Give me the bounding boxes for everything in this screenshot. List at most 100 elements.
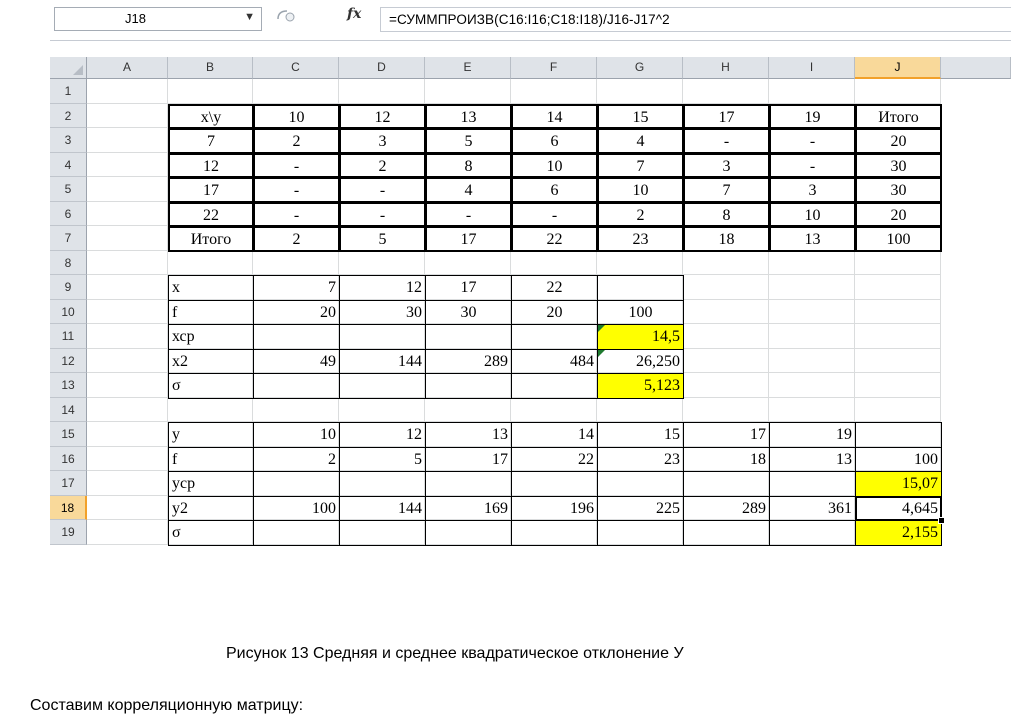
y-table-cell[interactable]: [855, 422, 942, 448]
cell[interactable]: [87, 226, 168, 251]
corr-table-cell[interactable]: 30: [855, 152, 942, 178]
cell[interactable]: [339, 79, 425, 104]
cell[interactable]: [769, 348, 855, 373]
corr-table-cell[interactable]: 12: [339, 103, 426, 129]
corr-table-cell[interactable]: 12: [168, 152, 254, 178]
cell[interactable]: [253, 79, 339, 104]
column-header-a[interactable]: A: [87, 57, 168, 79]
cell[interactable]: [87, 348, 168, 373]
corr-table-cell[interactable]: -: [339, 177, 426, 203]
cell[interactable]: [425, 250, 511, 275]
y-table-cell[interactable]: 10: [253, 422, 340, 448]
cell[interactable]: [597, 79, 683, 104]
row-header-19[interactable]: 19: [50, 520, 87, 545]
cell[interactable]: [769, 373, 855, 398]
x-table-cell[interactable]: [597, 275, 684, 301]
cell[interactable]: [87, 103, 168, 128]
y-table-cell[interactable]: [339, 520, 426, 546]
corr-table-cell[interactable]: 2: [597, 201, 684, 227]
name-box[interactable]: J18 ▼: [54, 7, 262, 31]
x-table-cell[interactable]: f: [168, 299, 254, 325]
column-header-b[interactable]: B: [168, 57, 253, 79]
y-table-cell[interactable]: 23: [597, 446, 684, 472]
formula-bar-expander[interactable]: [275, 8, 301, 30]
cell[interactable]: [855, 324, 941, 349]
column-header-e[interactable]: E: [425, 57, 511, 79]
y-table-cell[interactable]: 15,07: [855, 471, 942, 497]
cell[interactable]: [769, 397, 855, 422]
x-table-cell[interactable]: 5,123: [597, 373, 684, 399]
x-table-cell[interactable]: [511, 324, 598, 350]
corr-table-cell[interactable]: 10: [597, 177, 684, 203]
y-table-cell[interactable]: 14: [511, 422, 598, 448]
corr-table-cell[interactable]: -: [339, 201, 426, 227]
corr-table-cell[interactable]: 17: [683, 103, 770, 129]
y-table-cell[interactable]: 15: [597, 422, 684, 448]
cell[interactable]: [683, 275, 769, 300]
cell[interactable]: [168, 397, 253, 422]
cell[interactable]: [855, 299, 941, 324]
corr-table-cell[interactable]: Итого: [168, 226, 254, 252]
corr-table-cell[interactable]: 20: [855, 128, 942, 154]
x-table-cell[interactable]: 20: [511, 299, 598, 325]
row-header-8[interactable]: 8: [50, 250, 87, 275]
corr-table-cell[interactable]: 22: [168, 201, 254, 227]
y-table-cell[interactable]: 5: [339, 446, 426, 472]
cell[interactable]: [683, 79, 769, 104]
corr-table-cell[interactable]: 8: [683, 201, 770, 227]
cell[interactable]: [855, 275, 941, 300]
cell[interactable]: [87, 275, 168, 300]
x-table-cell[interactable]: 100: [597, 299, 684, 325]
cell[interactable]: [511, 397, 597, 422]
row-header-15[interactable]: 15: [50, 422, 87, 447]
cell[interactable]: [87, 128, 168, 153]
x-table-cell[interactable]: 22: [511, 275, 598, 301]
x-table-cell[interactable]: 14,5: [597, 324, 684, 350]
fill-handle[interactable]: [938, 517, 945, 524]
cell[interactable]: [425, 397, 511, 422]
cell[interactable]: [855, 397, 941, 422]
row-header-9[interactable]: 9: [50, 275, 87, 300]
y-table-cell[interactable]: [425, 471, 512, 497]
row-header-3[interactable]: 3: [50, 128, 87, 153]
row-header-6[interactable]: 6: [50, 201, 87, 226]
corr-table-cell[interactable]: 4: [425, 177, 512, 203]
corr-table-cell[interactable]: 18: [683, 226, 770, 252]
y-table-cell[interactable]: 18: [683, 446, 770, 472]
corr-table-cell[interactable]: 19: [769, 103, 856, 129]
y-table-cell[interactable]: [769, 471, 856, 497]
cell[interactable]: [511, 250, 597, 275]
y-table-cell[interactable]: 100: [253, 495, 340, 521]
corr-table-cell[interactable]: 13: [425, 103, 512, 129]
cell[interactable]: [87, 152, 168, 177]
row-header-12[interactable]: 12: [50, 348, 87, 373]
corr-table-cell[interactable]: 17: [168, 177, 254, 203]
chevron-down-icon[interactable]: ▼: [244, 11, 255, 23]
y-table-cell[interactable]: 2,155: [855, 520, 942, 546]
row-header-14[interactable]: 14: [50, 397, 87, 422]
row-header-2[interactable]: 2: [50, 103, 87, 128]
corr-table-cell[interactable]: -: [253, 152, 340, 178]
cell[interactable]: [87, 79, 168, 104]
cell[interactable]: [168, 79, 253, 104]
x-table-cell[interactable]: [339, 324, 426, 350]
corr-table-cell[interactable]: 13: [769, 226, 856, 252]
y-table-cell[interactable]: [253, 471, 340, 497]
cell[interactable]: [87, 520, 168, 545]
y-table-cell[interactable]: 17: [425, 446, 512, 472]
y-table-cell[interactable]: [511, 471, 598, 497]
corr-table-cell[interactable]: -: [769, 152, 856, 178]
column-header-f[interactable]: F: [511, 57, 597, 79]
corr-table-cell[interactable]: 20: [855, 201, 942, 227]
row-header-16[interactable]: 16: [50, 446, 87, 471]
column-header-c[interactable]: C: [253, 57, 339, 79]
corr-table-cell[interactable]: 17: [425, 226, 512, 252]
cell[interactable]: [87, 471, 168, 496]
cell[interactable]: [339, 250, 425, 275]
cell[interactable]: [87, 422, 168, 447]
corr-table-cell[interactable]: 10: [511, 152, 598, 178]
corr-table-cell[interactable]: -: [253, 177, 340, 203]
y-table-cell[interactable]: [511, 520, 598, 546]
cell[interactable]: [87, 177, 168, 202]
cell[interactable]: [87, 250, 168, 275]
